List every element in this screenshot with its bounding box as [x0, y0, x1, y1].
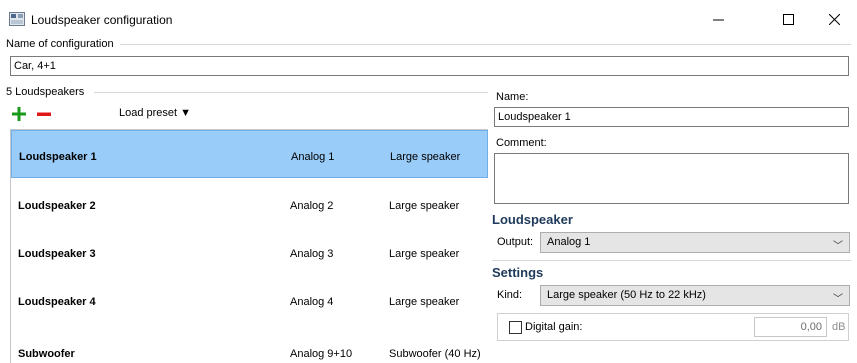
speaker-kind: Large speaker — [390, 151, 461, 163]
add-speaker-button[interactable] — [11, 106, 27, 122]
chevron-down-icon: ﹀ — [833, 241, 843, 252]
speaker-output: Analog 1 — [291, 151, 335, 163]
settings-section-title: Settings — [492, 265, 544, 280]
minus-icon — [37, 112, 51, 116]
list-item[interactable]: Loudspeaker 3 Analog 3 Large speaker — [11, 226, 488, 274]
output-label: Output: — [497, 236, 534, 248]
list-item[interactable]: Loudspeaker 1 Analog 1 Large speaker — [11, 130, 488, 178]
kind-label: Kind: — [497, 289, 523, 301]
minimize-icon — [712, 19, 724, 20]
comment-textarea[interactable] — [494, 153, 849, 204]
close-button[interactable] — [811, 4, 857, 34]
name-label: Name: — [496, 91, 529, 103]
output-select[interactable]: Analog 1 ﹀ — [540, 232, 850, 253]
speakers-group-line — [94, 92, 488, 93]
load-preset-button[interactable]: Load preset ▼ — [119, 107, 191, 119]
app-icon — [9, 12, 25, 26]
close-icon — [828, 13, 840, 25]
maximize-button[interactable] — [765, 4, 811, 34]
speaker-name: Loudspeaker 4 — [18, 296, 96, 308]
kind-select-value: Large speaker (50 Hz to 22 kHz) — [547, 289, 706, 301]
chevron-down-icon: ﹀ — [833, 294, 843, 305]
speaker-name: Loudspeaker 2 — [18, 200, 96, 212]
speaker-kind: Large speaker — [389, 248, 460, 260]
speaker-output: Analog 4 — [290, 296, 334, 308]
config-group-line — [120, 44, 851, 45]
list-item[interactable]: Subwoofer Analog 9+10 Subwoofer (40 Hz) — [11, 322, 488, 363]
window-title: Loudspeaker configuration — [31, 13, 173, 27]
maximize-icon — [782, 13, 794, 25]
speaker-name-input[interactable]: Loudspeaker 1 — [494, 107, 849, 127]
plus-icon — [12, 107, 26, 121]
remove-speaker-button[interactable] — [36, 106, 52, 122]
speaker-name: Subwoofer — [18, 348, 75, 360]
comment-label: Comment: — [496, 137, 547, 149]
digital-gain-input[interactable]: 0,00 — [754, 317, 827, 337]
kind-select[interactable]: Large speaker (50 Hz to 22 kHz) ﹀ — [540, 285, 850, 306]
config-name-label: Name of configuration — [6, 38, 117, 50]
speaker-kind: Large speaker — [389, 296, 460, 308]
output-select-value: Analog 1 — [547, 236, 591, 248]
speaker-kind: Subwoofer (40 Hz) — [389, 348, 481, 360]
speaker-name: Loudspeaker 3 — [18, 248, 96, 260]
title-bar: Loudspeaker configuration — [0, 0, 857, 34]
speaker-kind: Large speaker — [389, 200, 460, 212]
list-item[interactable]: Loudspeaker 2 Analog 2 Large speaker — [11, 178, 488, 226]
speaker-name: Loudspeaker 1 — [19, 151, 97, 163]
settings-separator — [492, 260, 851, 261]
loudspeaker-section-title: Loudspeaker — [492, 212, 573, 227]
speaker-list: Loudspeaker 1 Analog 1 Large speaker Lou… — [10, 129, 488, 363]
speaker-output: Analog 3 — [290, 248, 334, 260]
speaker-output: Analog 9+10 — [290, 348, 353, 360]
digital-gain-label: Digital gain: — [525, 321, 583, 333]
speakers-group-label: 5 Loudspeakers — [6, 86, 88, 98]
digital-gain-checkbox[interactable] — [509, 321, 522, 334]
list-item[interactable]: Loudspeaker 4 Analog 4 Large speaker — [11, 274, 488, 322]
config-name-input[interactable]: Car, 4+1 — [10, 56, 849, 76]
speaker-output: Analog 2 — [290, 200, 334, 212]
minimize-button[interactable] — [695, 4, 741, 34]
digital-gain-group: Digital gain: 0,00 dB — [497, 313, 849, 341]
digital-gain-unit: dB — [832, 321, 846, 333]
